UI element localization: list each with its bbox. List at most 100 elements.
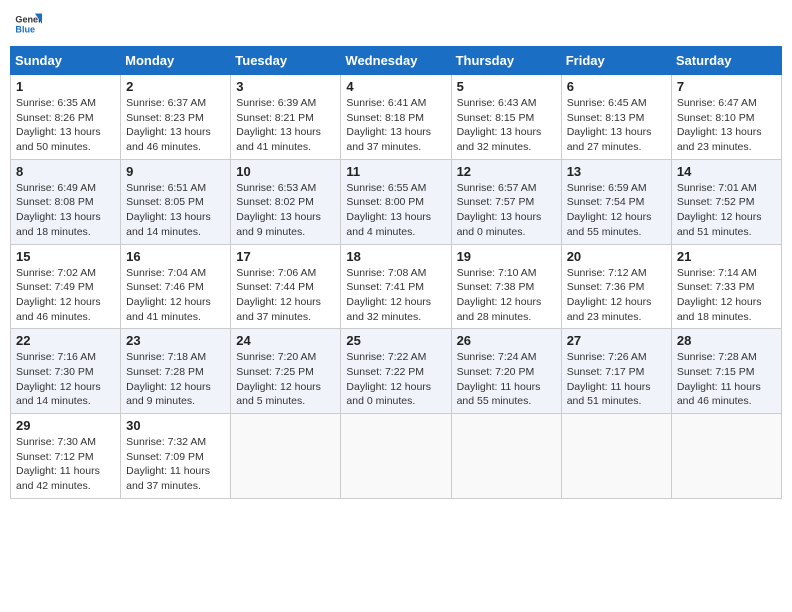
calendar-cell: 4Sunrise: 6:41 AM Sunset: 8:18 PM Daylig… xyxy=(341,75,451,160)
day-number: 26 xyxy=(457,333,556,348)
day-info: Sunrise: 7:30 AM Sunset: 7:12 PM Dayligh… xyxy=(16,435,115,494)
weekday-header-wednesday: Wednesday xyxy=(341,47,451,75)
day-info: Sunrise: 7:02 AM Sunset: 7:49 PM Dayligh… xyxy=(16,266,115,325)
calendar-cell: 11 Sunrise: 6:55 AM Sunset: 8:00 PM Dayli… xyxy=(341,159,451,244)
day-number: 6 xyxy=(567,79,666,94)
day-number: 10 xyxy=(236,164,335,179)
day-number: 22 xyxy=(16,333,115,348)
calendar-cell: 20 Sunrise: 7:12 AM Sunset: 7:36 PM Dayli… xyxy=(561,244,671,329)
day-number: 8 xyxy=(16,164,115,179)
calendar-cell: 8 Sunrise: 6:49 AM Sunset: 8:08 PM Daylig… xyxy=(11,159,121,244)
day-info: Sunrise: 7:08 AM Sunset: 7:41 PM Dayligh… xyxy=(346,266,445,325)
calendar-cell: 2 Sunrise: 6:37 AM Sunset: 8:23 PM Daylig… xyxy=(121,75,231,160)
day-info: Sunrise: 6:59 AM Sunset: 7:54 PM Dayligh… xyxy=(567,181,666,240)
day-info: Sunrise: 6:53 AM Sunset: 8:02 PM Dayligh… xyxy=(236,181,335,240)
day-number: 14 xyxy=(677,164,776,179)
calendar-cell: 12 Sunrise: 6:57 AM Sunset: 7:57 PM Dayli… xyxy=(451,159,561,244)
calendar-cell: 3 Sunrise: 6:39 AM Sunset: 8:21 PM Daylig… xyxy=(231,75,341,160)
weekday-header-friday: Friday xyxy=(561,47,671,75)
calendar-cell: 25 Sunrise: 7:22 AM Sunset: 7:22 PM Dayli… xyxy=(341,329,451,414)
day-info: Sunrise: 7:06 AM Sunset: 7:44 PM Dayligh… xyxy=(236,266,335,325)
day-number: 2 xyxy=(126,79,225,94)
calendar-cell: 30 Sunrise: 7:32 AM Sunset: 7:09 PM Dayli… xyxy=(121,414,231,499)
calendar-cell xyxy=(671,414,781,499)
day-info: Sunrise: 7:22 AM Sunset: 7:22 PM Dayligh… xyxy=(346,350,445,409)
day-info: Sunrise: 7:18 AM Sunset: 7:28 PM Dayligh… xyxy=(126,350,225,409)
weekday-header-tuesday: Tuesday xyxy=(231,47,341,75)
day-info: Sunrise: 7:32 AM Sunset: 7:09 PM Dayligh… xyxy=(126,435,225,494)
weekday-header-thursday: Thursday xyxy=(451,47,561,75)
day-number: 4 xyxy=(346,79,445,94)
calendar-cell: 27 Sunrise: 7:26 AM Sunset: 7:17 PM Dayli… xyxy=(561,329,671,414)
day-info: Sunrise: 7:20 AM Sunset: 7:25 PM Dayligh… xyxy=(236,350,335,409)
day-info: Sunrise: 7:26 AM Sunset: 7:17 PM Dayligh… xyxy=(567,350,666,409)
day-number: 27 xyxy=(567,333,666,348)
day-info: Sunrise: 7:16 AM Sunset: 7:30 PM Dayligh… xyxy=(16,350,115,409)
calendar-cell: 18 Sunrise: 7:08 AM Sunset: 7:41 PM Dayli… xyxy=(341,244,451,329)
day-info: Sunrise: 7:14 AM Sunset: 7:33 PM Dayligh… xyxy=(677,266,776,325)
day-info: Sunrise: 7:10 AM Sunset: 7:38 PM Dayligh… xyxy=(457,266,556,325)
day-number: 12 xyxy=(457,164,556,179)
day-number: 30 xyxy=(126,418,225,433)
calendar-cell: 23 Sunrise: 7:18 AM Sunset: 7:28 PM Dayli… xyxy=(121,329,231,414)
calendar-cell: 14 Sunrise: 7:01 AM Sunset: 7:52 PM Dayli… xyxy=(671,159,781,244)
day-number: 15 xyxy=(16,249,115,264)
day-number: 9 xyxy=(126,164,225,179)
calendar-cell: 5 Sunrise: 6:43 AM Sunset: 8:15 PM Daylig… xyxy=(451,75,561,160)
day-info: Sunrise: 6:35 AM Sunset: 8:26 PM Dayligh… xyxy=(16,96,115,155)
day-info: Sunrise: 6:43 AM Sunset: 8:15 PM Dayligh… xyxy=(457,96,556,155)
calendar-cell: 19 Sunrise: 7:10 AM Sunset: 7:38 PM Dayli… xyxy=(451,244,561,329)
day-info: Sunrise: 6:49 AM Sunset: 8:08 PM Dayligh… xyxy=(16,181,115,240)
calendar-cell: 10 Sunrise: 6:53 AM Sunset: 8:02 PM Dayli… xyxy=(231,159,341,244)
day-number: 11 xyxy=(346,164,445,179)
calendar-cell: 6Sunrise: 6:45 AM Sunset: 8:13 PM Daylig… xyxy=(561,75,671,160)
day-number: 21 xyxy=(677,249,776,264)
day-info: Sunrise: 6:47 AM Sunset: 8:10 PM Dayligh… xyxy=(677,96,776,155)
day-number: 7 xyxy=(677,79,776,94)
logo-icon: General Blue xyxy=(14,10,42,38)
day-number: 13 xyxy=(567,164,666,179)
day-number: 17 xyxy=(236,249,335,264)
day-number: 29 xyxy=(16,418,115,433)
page-header: General Blue xyxy=(10,10,782,38)
day-number: 28 xyxy=(677,333,776,348)
calendar-cell: 13 Sunrise: 6:59 AM Sunset: 7:54 PM Dayli… xyxy=(561,159,671,244)
calendar-cell: 24 Sunrise: 7:20 AM Sunset: 7:25 PM Dayli… xyxy=(231,329,341,414)
calendar-cell xyxy=(231,414,341,499)
calendar-cell: 16 Sunrise: 7:04 AM Sunset: 7:46 PM Dayli… xyxy=(121,244,231,329)
calendar-cell xyxy=(561,414,671,499)
day-info: Sunrise: 7:24 AM Sunset: 7:20 PM Dayligh… xyxy=(457,350,556,409)
day-info: Sunrise: 7:12 AM Sunset: 7:36 PM Dayligh… xyxy=(567,266,666,325)
calendar-cell xyxy=(451,414,561,499)
day-info: Sunrise: 6:37 AM Sunset: 8:23 PM Dayligh… xyxy=(126,96,225,155)
day-info: Sunrise: 6:51 AM Sunset: 8:05 PM Dayligh… xyxy=(126,181,225,240)
calendar-cell: 26 Sunrise: 7:24 AM Sunset: 7:20 PM Dayli… xyxy=(451,329,561,414)
day-number: 3 xyxy=(236,79,335,94)
calendar-cell: 28Sunrise: 7:28 AM Sunset: 7:15 PM Dayli… xyxy=(671,329,781,414)
day-number: 19 xyxy=(457,249,556,264)
weekday-header-saturday: Saturday xyxy=(671,47,781,75)
calendar-cell: 17 Sunrise: 7:06 AM Sunset: 7:44 PM Dayli… xyxy=(231,244,341,329)
day-number: 5 xyxy=(457,79,556,94)
day-number: 1 xyxy=(16,79,115,94)
day-info: Sunrise: 7:01 AM Sunset: 7:52 PM Dayligh… xyxy=(677,181,776,240)
day-number: 20 xyxy=(567,249,666,264)
day-number: 24 xyxy=(236,333,335,348)
calendar-cell: 1 Sunrise: 6:35 AM Sunset: 8:26 PM Daylig… xyxy=(11,75,121,160)
day-number: 23 xyxy=(126,333,225,348)
calendar-table: SundayMondayTuesdayWednesdayThursdayFrid… xyxy=(10,46,782,499)
weekday-header-sunday: Sunday xyxy=(11,47,121,75)
day-number: 18 xyxy=(346,249,445,264)
logo: General Blue xyxy=(14,10,42,38)
day-number: 25 xyxy=(346,333,445,348)
calendar-cell xyxy=(341,414,451,499)
calendar-cell: 15 Sunrise: 7:02 AM Sunset: 7:49 PM Dayli… xyxy=(11,244,121,329)
day-number: 16 xyxy=(126,249,225,264)
svg-text:Blue: Blue xyxy=(15,24,35,34)
day-info: Sunrise: 7:04 AM Sunset: 7:46 PM Dayligh… xyxy=(126,266,225,325)
weekday-header-monday: Monday xyxy=(121,47,231,75)
day-info: Sunrise: 6:39 AM Sunset: 8:21 PM Dayligh… xyxy=(236,96,335,155)
calendar-cell: 9 Sunrise: 6:51 AM Sunset: 8:05 PM Daylig… xyxy=(121,159,231,244)
day-info: Sunrise: 6:55 AM Sunset: 8:00 PM Dayligh… xyxy=(346,181,445,240)
day-info: Sunrise: 6:57 AM Sunset: 7:57 PM Dayligh… xyxy=(457,181,556,240)
